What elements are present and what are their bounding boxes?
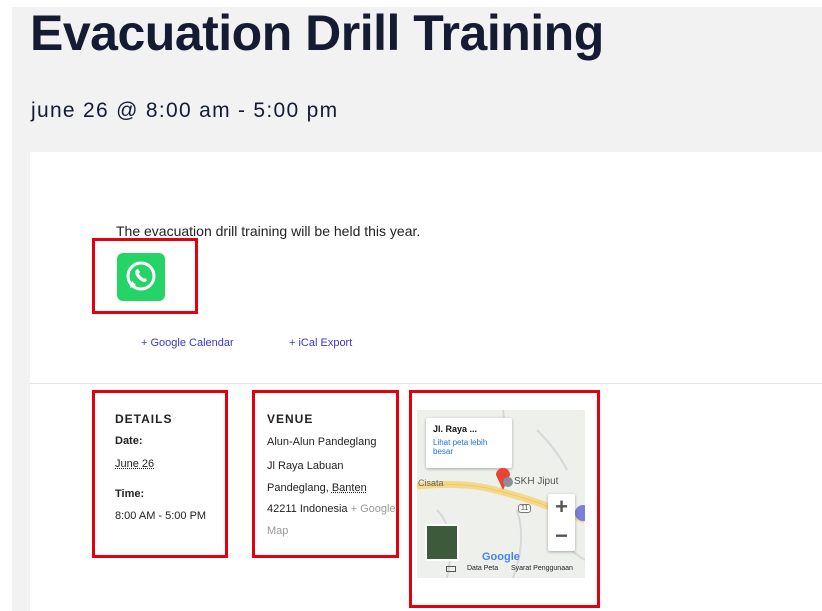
date-label: Date:: [115, 435, 143, 447]
venue-name: Alun-Alun Pandeglang: [267, 436, 377, 448]
road-shield: 11: [518, 504, 532, 513]
zoom-in-button[interactable]: +: [548, 494, 575, 520]
venue-region: Banten: [331, 482, 367, 494]
google-map-link[interactable]: + Google: [351, 503, 396, 515]
venue-postal-line: 42211 Indonesia + Google: [267, 503, 398, 515]
ical-export-link[interactable]: + iCal Export: [289, 337, 352, 349]
google-calendar-link[interactable]: + Google Calendar: [141, 337, 234, 349]
event-date-range: june 26 @ 8:00 am - 5:00 pm: [31, 99, 339, 122]
event-description: The evacuation drill training will be he…: [116, 223, 421, 239]
google-logo: Google: [482, 551, 520, 563]
map-popup-title: Jl. Raya ...: [433, 424, 478, 434]
map-label-cisata: Cisata: [418, 478, 444, 488]
venue-heading: VENUE: [267, 412, 314, 426]
venue-postal: 42211 Indonesia: [267, 503, 348, 515]
map-terms-link[interactable]: Syarat Penggunaan: [511, 565, 573, 572]
venue-city: Pandeglang,: [267, 482, 329, 494]
whatsapp-icon[interactable]: [117, 253, 165, 301]
date-value: June 26: [115, 458, 155, 470]
keyboard-icon[interactable]: [446, 566, 456, 572]
venue-street: Jl Raya Labuan: [267, 460, 344, 472]
google-map-link-cont[interactable]: Map: [267, 525, 288, 537]
map-data-label[interactable]: Data Peta: [467, 565, 498, 572]
venue-city-line: Pandeglang, Banten: [267, 482, 367, 494]
left-strip: [0, 0, 12, 611]
time-value: 8:00 AM - 5:00 PM: [115, 510, 207, 522]
map-poi-icon: [503, 477, 513, 487]
map-zoom-control: + −: [548, 494, 575, 551]
details-heading: DETAILS: [115, 412, 173, 426]
zoom-out-button[interactable]: −: [548, 523, 575, 549]
time-label: Time:: [115, 488, 145, 500]
event-title: Evacuation Drill Training: [30, 5, 604, 61]
divider: [30, 383, 822, 384]
view-larger-map-link[interactable]: Lihat peta lebih besar: [433, 438, 509, 456]
map-label-skh: SKH Jiput: [514, 476, 559, 487]
satellite-toggle-thumbnail[interactable]: [425, 524, 459, 561]
